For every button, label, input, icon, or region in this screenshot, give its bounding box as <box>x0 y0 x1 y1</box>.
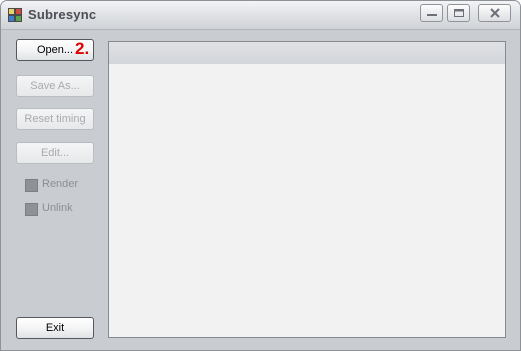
subresync-window: Subresync Open... 2. Save As... Reset ti… <box>0 0 521 351</box>
unlink-checkbox-box[interactable] <box>25 203 38 216</box>
exit-button[interactable]: Exit <box>16 317 94 339</box>
subtitle-list[interactable] <box>108 41 506 338</box>
reset-timing-button-label: Reset timing <box>24 113 86 125</box>
reset-timing-button[interactable]: Reset timing <box>16 108 94 130</box>
window-title: Subresync <box>28 7 97 22</box>
unlink-checkbox-label: Unlink <box>42 202 73 214</box>
open-button-label: Open... <box>36 44 74 56</box>
minimize-icon <box>427 14 437 16</box>
close-button[interactable] <box>478 4 511 22</box>
save-as-button-label: Save As... <box>30 80 80 92</box>
exit-button-label: Exit <box>45 322 65 334</box>
render-checkbox-box[interactable] <box>25 179 38 192</box>
maximize-icon <box>454 9 464 17</box>
render-checkbox-label: Render <box>42 178 79 190</box>
close-icon <box>490 8 500 18</box>
title-bar[interactable]: Subresync <box>1 1 520 30</box>
maximize-button[interactable] <box>447 4 470 22</box>
edit-button[interactable]: Edit... <box>16 142 94 164</box>
minimize-button[interactable] <box>420 4 443 22</box>
app-icon <box>8 8 22 22</box>
edit-button-label: Edit... <box>40 147 70 159</box>
save-as-button[interactable]: Save As... <box>16 75 94 97</box>
step-annotation: 2. <box>75 39 90 58</box>
open-button[interactable]: Open... 2. <box>16 39 94 61</box>
list-header <box>109 42 505 64</box>
